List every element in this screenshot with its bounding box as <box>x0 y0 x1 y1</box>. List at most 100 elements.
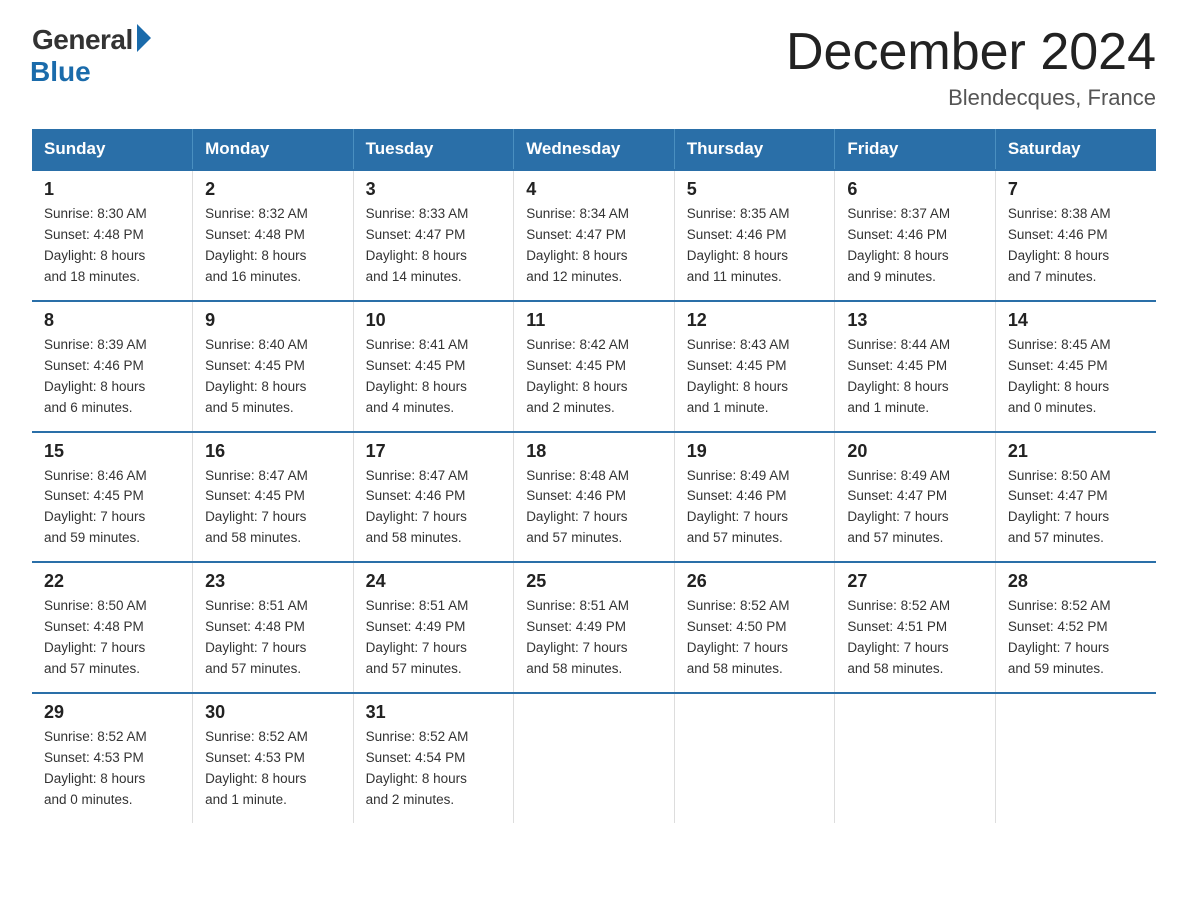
calendar-cell: 22 Sunrise: 8:50 AMSunset: 4:48 PMDayligh… <box>32 562 193 693</box>
day-number: 5 <box>687 179 823 200</box>
page-header: General Blue December 2024 Blendecques, … <box>32 24 1156 111</box>
day-info: Sunrise: 8:42 AMSunset: 4:45 PMDaylight:… <box>526 335 662 419</box>
day-info: Sunrise: 8:45 AMSunset: 4:45 PMDaylight:… <box>1008 335 1144 419</box>
day-info: Sunrise: 8:38 AMSunset: 4:46 PMDaylight:… <box>1008 204 1144 288</box>
calendar-cell <box>835 693 996 823</box>
day-number: 22 <box>44 571 180 592</box>
calendar-cell: 23 Sunrise: 8:51 AMSunset: 4:48 PMDayligh… <box>193 562 354 693</box>
calendar-cell: 24Sunrise: 8:51 AMSunset: 4:49 PMDayligh… <box>353 562 514 693</box>
logo: General Blue <box>32 24 151 88</box>
calendar-cell: 3 Sunrise: 8:33 AMSunset: 4:47 PMDaylight… <box>353 170 514 301</box>
calendar-cell: 13Sunrise: 8:44 AMSunset: 4:45 PMDayligh… <box>835 301 996 432</box>
day-number: 12 <box>687 310 823 331</box>
calendar-cell: 10Sunrise: 8:41 AMSunset: 4:45 PMDayligh… <box>353 301 514 432</box>
day-number: 9 <box>205 310 341 331</box>
day-info: Sunrise: 8:52 AMSunset: 4:50 PMDaylight:… <box>687 596 823 680</box>
calendar-cell: 25 Sunrise: 8:51 AMSunset: 4:49 PMDayligh… <box>514 562 675 693</box>
day-number: 4 <box>526 179 662 200</box>
calendar-cell: 8 Sunrise: 8:39 AMSunset: 4:46 PMDaylight… <box>32 301 193 432</box>
calendar-cell: 28Sunrise: 8:52 AMSunset: 4:52 PMDayligh… <box>995 562 1156 693</box>
day-info: Sunrise: 8:52 AMSunset: 4:51 PMDaylight:… <box>847 596 983 680</box>
day-number: 29 <box>44 702 180 723</box>
day-number: 23 <box>205 571 341 592</box>
day-number: 15 <box>44 441 180 462</box>
calendar-cell: 19 Sunrise: 8:49 AMSunset: 4:46 PMDayligh… <box>674 432 835 563</box>
day-number: 19 <box>687 441 823 462</box>
calendar-week-row: 15Sunrise: 8:46 AMSunset: 4:45 PMDayligh… <box>32 432 1156 563</box>
day-info: Sunrise: 8:51 AMSunset: 4:48 PMDaylight:… <box>205 596 341 680</box>
day-number: 7 <box>1008 179 1144 200</box>
day-number: 20 <box>847 441 983 462</box>
logo-triangle-icon <box>137 24 151 52</box>
day-info: Sunrise: 8:47 AMSunset: 4:46 PMDaylight:… <box>366 466 502 550</box>
calendar-week-row: 8 Sunrise: 8:39 AMSunset: 4:46 PMDaylight… <box>32 301 1156 432</box>
calendar-cell: 1Sunrise: 8:30 AMSunset: 4:48 PMDaylight… <box>32 170 193 301</box>
day-number: 13 <box>847 310 983 331</box>
column-header-sunday: Sunday <box>32 129 193 170</box>
day-info: Sunrise: 8:40 AMSunset: 4:45 PMDaylight:… <box>205 335 341 419</box>
day-number: 14 <box>1008 310 1144 331</box>
calendar-cell <box>514 693 675 823</box>
day-info: Sunrise: 8:39 AMSunset: 4:46 PMDaylight:… <box>44 335 180 419</box>
day-number: 17 <box>366 441 502 462</box>
calendar-cell: 18 Sunrise: 8:48 AMSunset: 4:46 PMDayligh… <box>514 432 675 563</box>
day-info: Sunrise: 8:35 AMSunset: 4:46 PMDaylight:… <box>687 204 823 288</box>
column-header-tuesday: Tuesday <box>353 129 514 170</box>
calendar-cell: 14 Sunrise: 8:45 AMSunset: 4:45 PMDayligh… <box>995 301 1156 432</box>
calendar-cell: 21 Sunrise: 8:50 AMSunset: 4:47 PMDayligh… <box>995 432 1156 563</box>
day-info: Sunrise: 8:51 AMSunset: 4:49 PMDaylight:… <box>526 596 662 680</box>
day-number: 25 <box>526 571 662 592</box>
calendar-cell: 30Sunrise: 8:52 AMSunset: 4:53 PMDayligh… <box>193 693 354 823</box>
day-info: Sunrise: 8:49 AMSunset: 4:46 PMDaylight:… <box>687 466 823 550</box>
calendar-cell: 16Sunrise: 8:47 AMSunset: 4:45 PMDayligh… <box>193 432 354 563</box>
day-number: 8 <box>44 310 180 331</box>
column-header-friday: Friday <box>835 129 996 170</box>
day-info: Sunrise: 8:49 AMSunset: 4:47 PMDaylight:… <box>847 466 983 550</box>
day-info: Sunrise: 8:50 AMSunset: 4:48 PMDaylight:… <box>44 596 180 680</box>
column-header-wednesday: Wednesday <box>514 129 675 170</box>
day-number: 3 <box>366 179 502 200</box>
day-number: 21 <box>1008 441 1144 462</box>
day-info: Sunrise: 8:41 AMSunset: 4:45 PMDaylight:… <box>366 335 502 419</box>
day-info: Sunrise: 8:52 AMSunset: 4:53 PMDaylight:… <box>205 727 341 811</box>
day-number: 28 <box>1008 571 1144 592</box>
day-number: 24 <box>366 571 502 592</box>
day-info: Sunrise: 8:32 AMSunset: 4:48 PMDaylight:… <box>205 204 341 288</box>
calendar-cell: 5 Sunrise: 8:35 AMSunset: 4:46 PMDaylight… <box>674 170 835 301</box>
title-block: December 2024 Blendecques, France <box>786 24 1156 111</box>
day-info: Sunrise: 8:43 AMSunset: 4:45 PMDaylight:… <box>687 335 823 419</box>
day-info: Sunrise: 8:37 AMSunset: 4:46 PMDaylight:… <box>847 204 983 288</box>
calendar-cell: 15Sunrise: 8:46 AMSunset: 4:45 PMDayligh… <box>32 432 193 563</box>
day-number: 2 <box>205 179 341 200</box>
calendar-cell: 31 Sunrise: 8:52 AMSunset: 4:54 PMDayligh… <box>353 693 514 823</box>
day-info: Sunrise: 8:34 AMSunset: 4:47 PMDaylight:… <box>526 204 662 288</box>
calendar-cell: 27Sunrise: 8:52 AMSunset: 4:51 PMDayligh… <box>835 562 996 693</box>
calendar-header-row: SundayMondayTuesdayWednesdayThursdayFrid… <box>32 129 1156 170</box>
calendar-cell: 11 Sunrise: 8:42 AMSunset: 4:45 PMDayligh… <box>514 301 675 432</box>
calendar-cell: 2 Sunrise: 8:32 AMSunset: 4:48 PMDaylight… <box>193 170 354 301</box>
day-number: 18 <box>526 441 662 462</box>
calendar-cell: 7 Sunrise: 8:38 AMSunset: 4:46 PMDaylight… <box>995 170 1156 301</box>
day-number: 11 <box>526 310 662 331</box>
day-info: Sunrise: 8:52 AMSunset: 4:54 PMDaylight:… <box>366 727 502 811</box>
calendar-cell <box>674 693 835 823</box>
column-header-saturday: Saturday <box>995 129 1156 170</box>
calendar-cell: 17 Sunrise: 8:47 AMSunset: 4:46 PMDayligh… <box>353 432 514 563</box>
calendar-cell: 20 Sunrise: 8:49 AMSunset: 4:47 PMDayligh… <box>835 432 996 563</box>
location-subtitle: Blendecques, France <box>786 85 1156 111</box>
main-title: December 2024 <box>786 24 1156 81</box>
day-number: 31 <box>366 702 502 723</box>
day-info: Sunrise: 8:30 AMSunset: 4:48 PMDaylight:… <box>44 204 180 288</box>
day-info: Sunrise: 8:48 AMSunset: 4:46 PMDaylight:… <box>526 466 662 550</box>
calendar-cell: 6 Sunrise: 8:37 AMSunset: 4:46 PMDaylight… <box>835 170 996 301</box>
day-info: Sunrise: 8:50 AMSunset: 4:47 PMDaylight:… <box>1008 466 1144 550</box>
calendar-cell: 12 Sunrise: 8:43 AMSunset: 4:45 PMDayligh… <box>674 301 835 432</box>
day-number: 16 <box>205 441 341 462</box>
day-info: Sunrise: 8:33 AMSunset: 4:47 PMDaylight:… <box>366 204 502 288</box>
column-header-thursday: Thursday <box>674 129 835 170</box>
calendar-cell: 4 Sunrise: 8:34 AMSunset: 4:47 PMDaylight… <box>514 170 675 301</box>
day-number: 26 <box>687 571 823 592</box>
day-number: 6 <box>847 179 983 200</box>
calendar-week-row: 1Sunrise: 8:30 AMSunset: 4:48 PMDaylight… <box>32 170 1156 301</box>
day-info: Sunrise: 8:52 AMSunset: 4:53 PMDaylight:… <box>44 727 180 811</box>
